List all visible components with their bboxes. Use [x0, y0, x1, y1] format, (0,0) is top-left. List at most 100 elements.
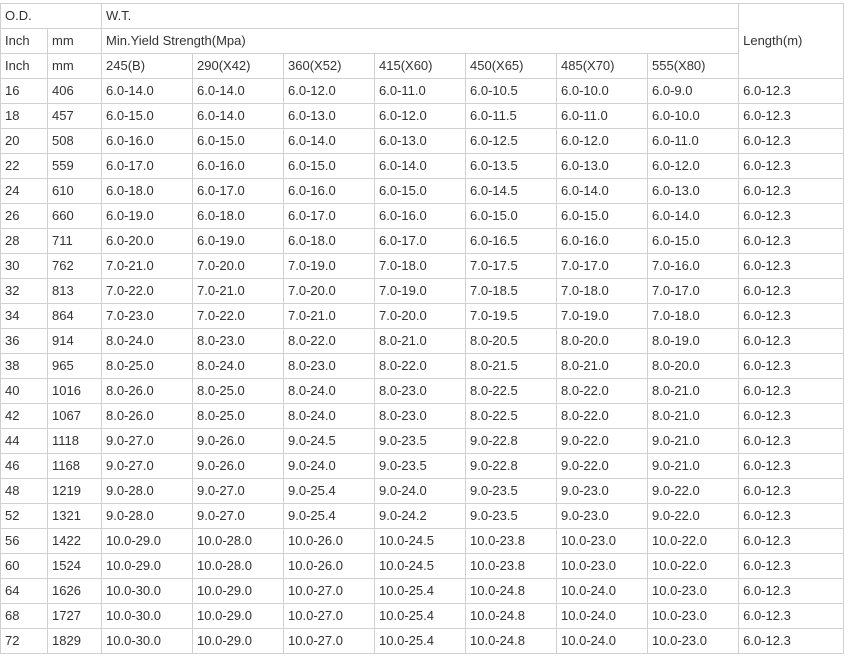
wt-cell: 10.0-23.0 — [556, 553, 649, 579]
od-mm-cell: 965 — [46, 353, 103, 379]
wt-cell: 6.0-12.0 — [283, 78, 376, 104]
od-mm-cell: 864 — [46, 303, 103, 329]
od-mm-cell: 813 — [46, 278, 103, 304]
od-mm-cell: 1067 — [46, 403, 103, 429]
grade-header: 360(X52) — [283, 53, 376, 79]
wt-cell: 6.0-13.0 — [374, 128, 467, 154]
length-cell: 6.0-12.3 — [738, 103, 845, 129]
length-cell: 6.0-12.3 — [738, 328, 845, 354]
wt-cell: 10.0-24.5 — [374, 528, 467, 554]
wt-cell: 8.0-24.0 — [192, 353, 285, 379]
od-mm-cell: 559 — [46, 153, 103, 179]
header-row-3: Inch mm 245(B) 290(X42) 360(X52) 415(X60… — [0, 53, 844, 79]
wt-cell: 6.0-16.0 — [192, 153, 285, 179]
wt-cell: 8.0-19.0 — [647, 328, 740, 354]
wt-cell: 9.0-24.2 — [374, 503, 467, 529]
od-mm-cell: 1829 — [46, 628, 103, 654]
wt-cell: 7.0-18.0 — [647, 303, 740, 329]
length-cell: 6.0-12.3 — [738, 403, 845, 429]
table-row: 22 559 6.0-17.0 6.0-16.0 6.0-15.0 6.0-14.0 6.0… — [0, 153, 845, 179]
od-inch-cell: 18 — [0, 103, 48, 129]
wt-cell: 10.0-23.0 — [647, 628, 740, 654]
wt-cell: 10.0-30.0 — [101, 628, 194, 654]
wt-cell: 10.0-22.0 — [647, 553, 740, 579]
od-inch-cell: 28 — [0, 228, 48, 254]
wt-cell: 6.0-13.0 — [283, 103, 376, 129]
table-row: 26 660 6.0-19.0 6.0-18.0 6.0-17.0 6.0-16.0 6.0… — [0, 203, 845, 229]
wt-cell: 8.0-24.0 — [283, 403, 376, 429]
wt-cell: 10.0-23.8 — [465, 553, 558, 579]
wt-cell: 6.0-14.5 — [465, 178, 558, 204]
table-row: 46 1168 9.0-27.0 9.0-26.0 9.0-24.0 9.0-23.5 9.… — [0, 453, 845, 479]
od-inch-cell: 26 — [0, 203, 48, 229]
header-row-1: O.D. W.T. Length(m) — [0, 3, 845, 79]
wt-cell: 6.0-14.0 — [283, 128, 376, 154]
wt-cell: 10.0-27.0 — [283, 603, 376, 629]
wt-cell: 8.0-22.0 — [556, 403, 649, 429]
od-mm-cell: 457 — [46, 103, 103, 129]
wt-cell: 6.0-15.0 — [465, 203, 558, 229]
wt-cell: 6.0-18.0 — [283, 228, 376, 254]
wt-cell: 6.0-14.0 — [192, 103, 285, 129]
wt-cell: 10.0-23.0 — [647, 603, 740, 629]
wt-cell: 10.0-30.0 — [101, 578, 194, 604]
inch-header: Inch — [0, 28, 48, 54]
wt-cell: 9.0-23.5 — [374, 428, 467, 454]
wt-cell: 6.0-14.0 — [374, 153, 467, 179]
wt-cell: 7.0-23.0 — [101, 303, 194, 329]
od-inch-cell: 24 — [0, 178, 48, 204]
wt-cell: 8.0-23.0 — [283, 353, 376, 379]
wt-cell: 9.0-23.5 — [374, 453, 467, 479]
wt-cell: 7.0-21.0 — [101, 253, 194, 279]
wt-cell: 10.0-23.0 — [647, 578, 740, 604]
table-row: 42 1067 8.0-26.0 8.0-25.0 8.0-24.0 8.0-23.0 8.… — [0, 403, 845, 429]
wt-cell: 10.0-27.0 — [283, 628, 376, 654]
length-cell: 6.0-12.3 — [738, 628, 845, 654]
wt-cell: 7.0-22.0 — [192, 303, 285, 329]
table-row: 16 406 6.0-14.0 6.0-14.0 6.0-12.0 6.0-11.0 6.0… — [0, 78, 845, 104]
od-mm-cell: 610 — [46, 178, 103, 204]
length-cell: 6.0-12.3 — [738, 553, 845, 579]
wt-cell: 8.0-20.5 — [465, 328, 558, 354]
wt-cell: 9.0-28.0 — [101, 478, 194, 504]
yield-strength-header: Min.Yield Strength(Mpa) — [101, 28, 740, 54]
table-row: 56 1422 10.0-29.0 10.0-28.0 10.0-26.0 10.0-24… — [0, 528, 845, 554]
wt-cell: 9.0-24.5 — [283, 428, 376, 454]
header-row-2: Inch mm Min.Yield Strength(Mpa) — [0, 28, 844, 54]
wt-cell: 8.0-23.0 — [192, 328, 285, 354]
wt-cell: 9.0-24.0 — [283, 453, 376, 479]
wt-cell: 7.0-19.0 — [374, 278, 467, 304]
od-inch-cell: 42 — [0, 403, 48, 429]
length-cell: 6.0-12.3 — [738, 428, 845, 454]
wt-cell: 9.0-22.8 — [465, 453, 558, 479]
wt-cell: 10.0-23.8 — [465, 528, 558, 554]
wt-cell: 10.0-30.0 — [101, 603, 194, 629]
table-row: 68 1727 10.0-30.0 10.0-29.0 10.0-27.0 10.0-25… — [0, 603, 845, 629]
length-cell: 6.0-12.3 — [738, 78, 845, 104]
wt-cell: 6.0-15.0 — [101, 103, 194, 129]
table-row: 20 508 6.0-16.0 6.0-15.0 6.0-14.0 6.0-13.0 6.0… — [0, 128, 845, 154]
length-cell: 6.0-12.3 — [738, 253, 845, 279]
wt-cell: 6.0-15.0 — [374, 178, 467, 204]
wt-cell: 10.0-22.0 — [647, 528, 740, 554]
od-inch-cell: 68 — [0, 603, 48, 629]
wt-cell: 6.0-16.0 — [374, 203, 467, 229]
grade-header: 555(X80) — [647, 53, 740, 79]
wt-cell: 8.0-20.0 — [647, 353, 740, 379]
wt-cell: 6.0-20.0 — [101, 228, 194, 254]
wt-cell: 8.0-21.5 — [465, 353, 558, 379]
od-mm-cell: 914 — [46, 328, 103, 354]
od-inch-cell: 52 — [0, 503, 48, 529]
wt-cell: 9.0-23.0 — [556, 478, 649, 504]
wt-cell: 10.0-29.0 — [192, 578, 285, 604]
wt-cell: 6.0-11.0 — [647, 128, 740, 154]
wt-cell: 9.0-21.0 — [647, 453, 740, 479]
mm-subheader: mm — [46, 53, 103, 79]
wt-cell: 8.0-21.0 — [556, 353, 649, 379]
wt-cell: 10.0-24.8 — [465, 603, 558, 629]
length-cell: 6.0-12.3 — [738, 178, 845, 204]
wt-cell: 8.0-25.0 — [192, 378, 285, 404]
wt-cell: 6.0-15.0 — [192, 128, 285, 154]
length-cell: 6.0-12.3 — [738, 378, 845, 404]
wt-cell: 10.0-28.0 — [192, 528, 285, 554]
